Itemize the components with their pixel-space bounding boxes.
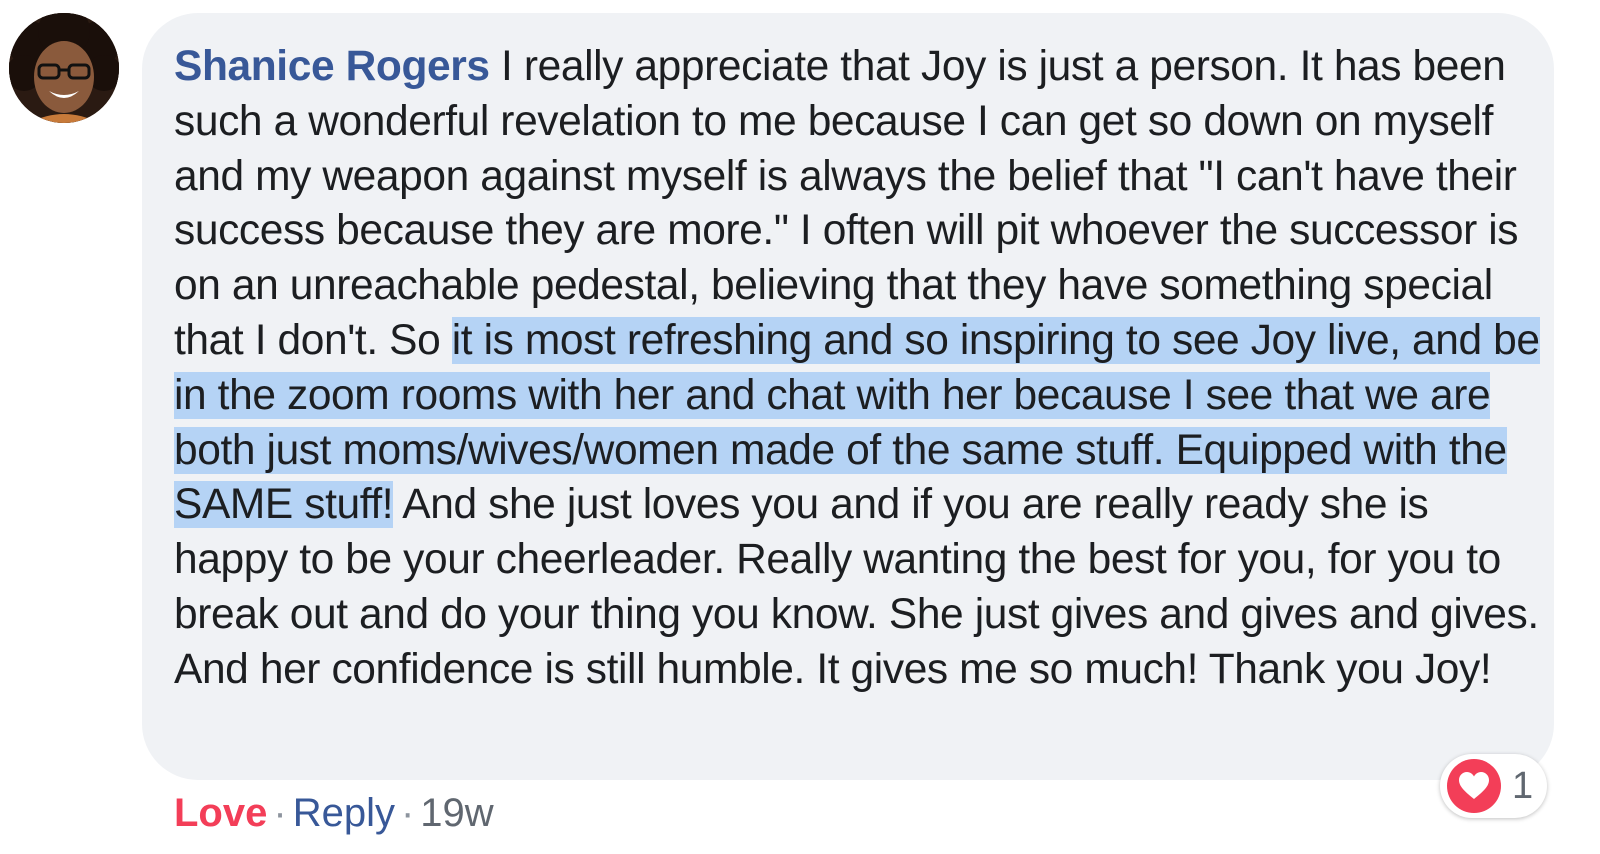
author-name-link[interactable]: Shanice Rogers <box>174 43 490 90</box>
reaction-count: 1 <box>1512 765 1534 807</box>
separator: · <box>400 791 415 835</box>
avatar[interactable] <box>9 13 119 123</box>
reaction-summary[interactable]: 1 <box>1440 754 1547 818</box>
timestamp-link[interactable]: 19w <box>420 791 493 835</box>
comment-body: Shanice Rogers I really appreciate that … <box>174 40 1544 698</box>
comment-actions: Love · Reply · 19w <box>174 788 494 838</box>
reply-button[interactable]: Reply <box>293 791 395 835</box>
love-reaction-button[interactable]: Love <box>174 791 267 835</box>
comment-text-part-1: I really appreciate that Joy is just a p… <box>174 43 1519 364</box>
profile-photo <box>9 13 119 123</box>
heart-icon <box>1447 759 1501 813</box>
separator: · <box>273 791 287 835</box>
